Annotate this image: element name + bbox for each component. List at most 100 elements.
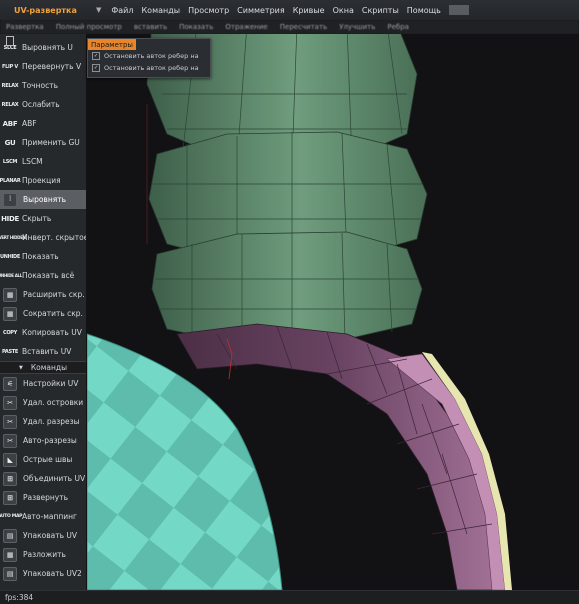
tool-copy-uv[interactable]: COPY Копировать UV	[0, 323, 86, 342]
tool-label: Расширить скр.	[23, 290, 85, 299]
tool-label: Копировать UV	[22, 328, 82, 337]
chevron-down-icon[interactable]: ▼	[96, 6, 101, 14]
mesh-render	[87, 34, 579, 590]
align-icon: ⫶	[3, 192, 17, 207]
cmd-delete-seams[interactable]: ✂ Удал. разрезы	[0, 412, 86, 431]
paste-icon: PASTE	[2, 348, 19, 355]
toolbar-item[interactable]: Показать	[173, 23, 219, 31]
tool-panel: SLCE Выровнять U FLIP V Перевернуть V RELA…	[0, 34, 87, 590]
cmd-pack-uv2[interactable]: ▤ Упаковать UV2	[0, 564, 86, 583]
relax-icon: RELAX	[1, 82, 19, 89]
tool-label: Инверт. скрытое	[22, 233, 86, 242]
tool-projection[interactable]: PLANAR Проекция	[0, 171, 86, 190]
command-label: Удал. островки	[23, 398, 84, 407]
tool-flip-v[interactable]: FLIP V Перевернуть V	[0, 57, 86, 76]
menu-file[interactable]: Файл	[107, 6, 137, 15]
status-bar: fps:384	[0, 590, 579, 604]
menu-extra-button[interactable]	[448, 5, 469, 15]
tool-lscm[interactable]: LSCM LSCM	[0, 152, 86, 171]
planar-icon: PLANAR	[0, 177, 21, 184]
tool-precision[interactable]: RELAX Точность	[0, 76, 86, 95]
section-label: Команды	[30, 363, 68, 372]
command-label: Авто-разрезы	[23, 436, 77, 445]
tool-label: Выровнять	[23, 195, 67, 204]
toolbar-item[interactable]: Улучшить	[333, 23, 381, 31]
tool-align[interactable]: ⫶ Выровнять	[0, 190, 86, 209]
settings-icon: ⚟	[3, 376, 17, 391]
toolbar-item[interactable]: Развертка	[0, 23, 50, 31]
tool-invert-hidden[interactable]: INVERT HIDDENИнверт. скрытое	[0, 228, 86, 247]
menu-help[interactable]: Помощь	[403, 6, 445, 15]
tool-label: Применить GU	[22, 138, 80, 147]
toolbar-item[interactable]: Полный просмотр	[50, 23, 128, 31]
tool-abf[interactable]: ABF ABF	[0, 114, 86, 133]
tool-label: Показать	[22, 252, 59, 261]
tool-grow-hidden[interactable]: ▦ Расширить скр.	[0, 285, 86, 304]
sharp-seams-icon: ◣	[3, 452, 17, 467]
checkbox[interactable]: ✓	[92, 64, 100, 72]
tool-label: Выровнять U	[22, 43, 73, 52]
tool-relax[interactable]: RELAX Ослабить	[0, 95, 86, 114]
tool-hide[interactable]: HIDE Скрыть	[0, 209, 86, 228]
cmd-auto-mapping[interactable]: AUTO MAP Авто-маппинг	[0, 507, 86, 526]
unwrap-icon: ⊞	[3, 490, 17, 505]
menu-commands[interactable]: Команды	[138, 6, 185, 15]
layout-icon: ▦	[3, 547, 17, 562]
abf-icon: ABF	[2, 119, 18, 128]
tool-paste-uv[interactable]: PASTE Вставить UV	[0, 342, 86, 361]
popup-title[interactable]: Параметры	[88, 39, 136, 50]
gu-icon: GU	[4, 138, 16, 147]
cmd-sharp-seams[interactable]: ◣ Острые швы	[0, 450, 86, 469]
command-label: Упаковать UV	[23, 531, 77, 540]
hide-icon: HIDE	[1, 214, 19, 223]
toolbar-item[interactable]: вставить	[128, 23, 173, 31]
popup-option[interactable]: ✓ Остановить авток ребер на	[88, 62, 210, 74]
command-label: Упаковать UV2	[23, 569, 82, 578]
panel-pin-icon[interactable]	[6, 36, 14, 46]
tool-label: Сократить скр.	[23, 309, 83, 318]
app-title[interactable]: UV-развертка	[0, 6, 96, 15]
menu-scripts[interactable]: Скрипты	[358, 6, 403, 15]
command-label: Развернуть	[23, 493, 69, 502]
cmd-uv-settings[interactable]: ⚟ Настройки UV	[0, 374, 86, 393]
pack-uv2-icon: ▤	[3, 566, 17, 581]
command-label: Острые швы	[23, 455, 73, 464]
command-label: Авто-маппинг	[22, 512, 77, 521]
tool-label: Вставить UV	[22, 347, 72, 356]
cmd-unwrap[interactable]: ⊞ Развернуть	[0, 488, 86, 507]
fps-readout: fps:384	[5, 593, 34, 602]
delete-islands-icon: ✂	[3, 395, 17, 410]
secondary-toolbar: Развертка Полный просмотр вставить Показ…	[0, 20, 579, 35]
tool-unhide-all[interactable]: UNHIDE ALL Показать всё	[0, 266, 86, 285]
auto-map-icon: AUTO MAP	[0, 514, 23, 519]
checkbox[interactable]: ✓	[92, 52, 100, 60]
toolbar-item[interactable]: Отражение	[219, 23, 273, 31]
popup-option[interactable]: ✓ Остановить авток ребер на	[88, 50, 210, 62]
cmd-layout[interactable]: ▦ Разложить	[0, 545, 86, 564]
command-label: Настройки UV	[23, 379, 79, 388]
tool-label: Показать всё	[22, 271, 75, 280]
toolbar-item[interactable]: Пересчитать	[274, 23, 333, 31]
tool-unhide[interactable]: UNHIDE Показать	[0, 247, 86, 266]
unhide-icon: UNHIDE	[0, 253, 21, 260]
tool-shrink-hidden[interactable]: ▦ Сократить скр.	[0, 304, 86, 323]
option-label: Остановить авток ребер на	[104, 64, 199, 72]
tool-label: Ослабить	[22, 100, 60, 109]
unhide-all-icon: UNHIDE ALL	[0, 273, 23, 278]
copy-icon: COPY	[2, 329, 17, 336]
commands-section-header[interactable]: ▼ Команды	[0, 361, 86, 374]
menu-symmetry[interactable]: Симметрия	[233, 6, 289, 15]
menu-curves[interactable]: Кривые	[289, 6, 329, 15]
cmd-auto-seams[interactable]: ✂ Авто-разрезы	[0, 431, 86, 450]
menu-windows[interactable]: Окна	[329, 6, 358, 15]
menu-view[interactable]: Просмотр	[184, 6, 233, 15]
auto-seams-icon: ✂	[3, 433, 17, 448]
cmd-delete-islands[interactable]: ✂ Удал. островки	[0, 393, 86, 412]
tool-apply-gu[interactable]: GU Применить GU	[0, 133, 86, 152]
cmd-merge-uv[interactable]: ⊞ Объединить UV	[0, 469, 86, 488]
viewport-3d[interactable]	[87, 34, 579, 590]
relax-icon: RELAX	[1, 101, 19, 108]
tool-label: ABF	[22, 119, 37, 128]
toolbar-item[interactable]: Ребра	[381, 23, 415, 31]
cmd-pack-uv[interactable]: ▤ Упаковать UV	[0, 526, 86, 545]
